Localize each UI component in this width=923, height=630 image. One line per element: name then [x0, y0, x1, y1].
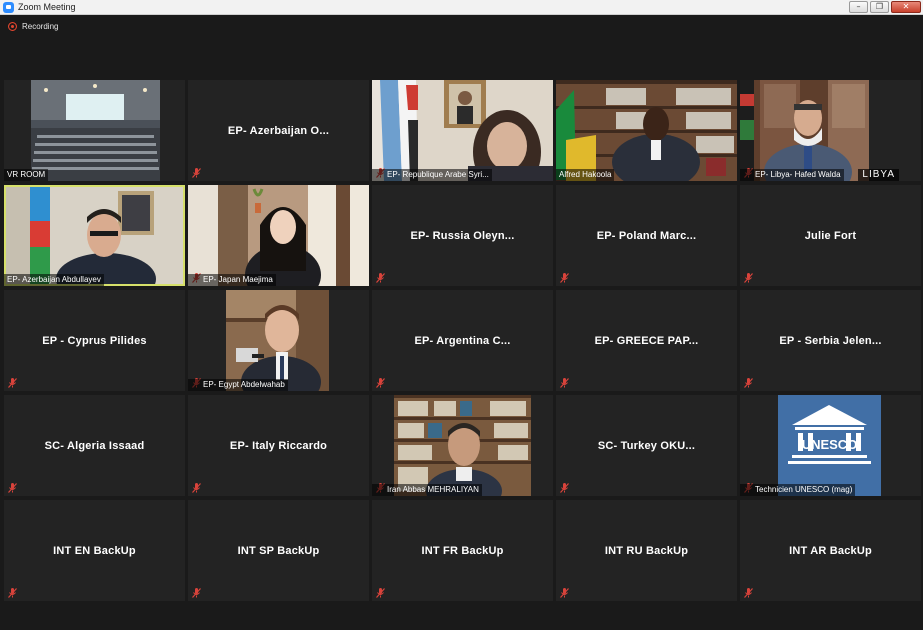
participant-tile[interactable]: SC- Algeria Issaad — [4, 395, 185, 496]
participant-name: EP- GREECE PAP... — [594, 334, 699, 347]
gallery-view: VR ROOM EP- Azerbaijan O... EP- Republiq… — [4, 80, 921, 601]
participant-name: SC- Algeria Issaad — [44, 439, 145, 452]
recording-icon — [8, 22, 17, 31]
participant-tile[interactable]: INT FR BackUp — [372, 500, 553, 601]
recording-indicator[interactable]: Recording — [8, 22, 58, 31]
mic-muted-icon — [376, 273, 385, 283]
participant-tile[interactable]: EP - Serbia Jelen... — [740, 290, 921, 391]
window-titlebar: Zoom Meeting – ❐ ✕ — [0, 0, 923, 15]
mic-muted-icon — [744, 588, 753, 598]
mic-muted-icon — [560, 273, 569, 283]
participant-tile[interactable]: INT RU BackUp — [556, 500, 737, 601]
close-button[interactable]: ✕ — [891, 1, 921, 13]
window-title: Zoom Meeting — [18, 2, 76, 12]
participant-name: INT AR BackUp — [789, 544, 872, 557]
participant-name: Julie Fort — [804, 229, 857, 242]
participant-name: EP- Azerbaijan O... — [227, 124, 330, 137]
mic-muted-icon — [192, 483, 201, 493]
participant-name: EP- Russia Oleyn... — [410, 229, 515, 242]
participant-name: SC- Turkey OKU... — [597, 439, 696, 452]
participant-name: EP - Cyprus Pilides — [42, 334, 147, 347]
participant-tile[interactable]: EP- Argentina C... — [372, 290, 553, 391]
mic-muted-icon — [192, 588, 201, 598]
mic-muted-icon — [376, 588, 385, 598]
participant-name: INT RU BackUp — [604, 544, 689, 557]
participant-name: EP- Egypt Abdelwahab — [188, 379, 288, 391]
participant-video — [226, 290, 329, 391]
participant-tile[interactable]: INT EN BackUp — [4, 500, 185, 601]
participant-tile[interactable]: EP - Cyprus Pilides — [4, 290, 185, 391]
participant-video — [556, 80, 737, 181]
mic-muted-icon — [8, 378, 17, 388]
participant-tile[interactable]: EP- Japan Maejima — [188, 185, 369, 286]
participant-tile[interactable]: EP- Republique Arabe Syri... — [372, 80, 553, 181]
participant-name: Alfred Hakoola — [556, 169, 615, 181]
participant-name: EP- Azerbaijan Abdullayev — [4, 274, 104, 286]
participant-tile[interactable]: Julie Fort — [740, 185, 921, 286]
participant-tile[interactable]: SC- Turkey OKU... — [556, 395, 737, 496]
mic-muted-icon — [560, 588, 569, 598]
participant-name: Iran Abbas MEHRALIYAN — [372, 484, 482, 496]
mic-muted-icon — [376, 378, 385, 388]
mic-muted-icon — [8, 483, 17, 493]
participant-name: EP- Japan Maejima — [188, 274, 276, 286]
participant-name: VR ROOM — [4, 169, 49, 181]
participant-video — [740, 80, 869, 181]
mic-muted-icon — [560, 483, 569, 493]
participant-tile[interactable]: EP- Russia Oleyn... — [372, 185, 553, 286]
participant-tile[interactable]: EP- Libya- Hafed Walda LIBYA — [740, 80, 921, 181]
recording-label: Recording — [22, 22, 59, 31]
participant-tile[interactable]: EP- GREECE PAP... — [556, 290, 737, 391]
participant-video — [188, 185, 369, 286]
participant-video — [31, 80, 160, 181]
participant-tile[interactable]: INT SP BackUp — [188, 500, 369, 601]
participant-tile[interactable]: Alfred Hakoola — [556, 80, 737, 181]
participant-name: INT EN BackUp — [53, 544, 136, 557]
participant-name: EP- Poland Marc... — [596, 229, 697, 242]
participant-video — [394, 395, 531, 496]
mic-muted-icon — [744, 273, 753, 283]
participant-name: EP- Libya- Hafed Walda — [740, 169, 844, 181]
unesco-logo-text: UNESCO — [802, 437, 858, 452]
restore-button[interactable]: ❐ — [870, 1, 889, 13]
participant-name: EP- Republique Arabe Syri... — [372, 169, 492, 181]
participant-name: INT FR BackUp — [421, 544, 504, 557]
participant-video — [372, 80, 553, 181]
mic-muted-icon — [744, 378, 753, 388]
participant-tile[interactable]: VR ROOM — [4, 80, 185, 181]
participant-tile[interactable]: EP- Poland Marc... — [556, 185, 737, 286]
participant-name: EP- Italy Riccardo — [229, 439, 328, 452]
mic-muted-icon — [560, 378, 569, 388]
participant-tile[interactable]: INT AR BackUp — [740, 500, 921, 601]
country-badge: LIBYA — [858, 169, 899, 181]
participant-tile[interactable]: UNESCO Technicien UNESCO (mag) — [740, 395, 921, 496]
mic-muted-icon — [8, 588, 17, 598]
participant-name: EP - Serbia Jelen... — [779, 334, 882, 347]
participant-name: EP- Argentina C... — [414, 334, 511, 347]
participant-name: INT SP BackUp — [237, 544, 320, 557]
participant-name: Technicien UNESCO (mag) — [740, 484, 856, 496]
minimize-button[interactable]: – — [849, 1, 868, 13]
participant-tile[interactable]: Iran Abbas MEHRALIYAN — [372, 395, 553, 496]
mic-muted-icon — [192, 168, 201, 178]
participant-tile[interactable]: EP- Italy Riccardo — [188, 395, 369, 496]
participant-tile[interactable]: EP- Egypt Abdelwahab — [188, 290, 369, 391]
participant-video: UNESCO — [778, 395, 881, 496]
participant-tile[interactable]: EP- Azerbaijan O... — [188, 80, 369, 181]
participant-tile[interactable]: EP- Azerbaijan Abdullayev — [4, 185, 185, 286]
participant-video — [6, 187, 183, 284]
window-controls: – ❐ ✕ — [849, 1, 921, 13]
zoom-app-icon — [3, 1, 14, 13]
